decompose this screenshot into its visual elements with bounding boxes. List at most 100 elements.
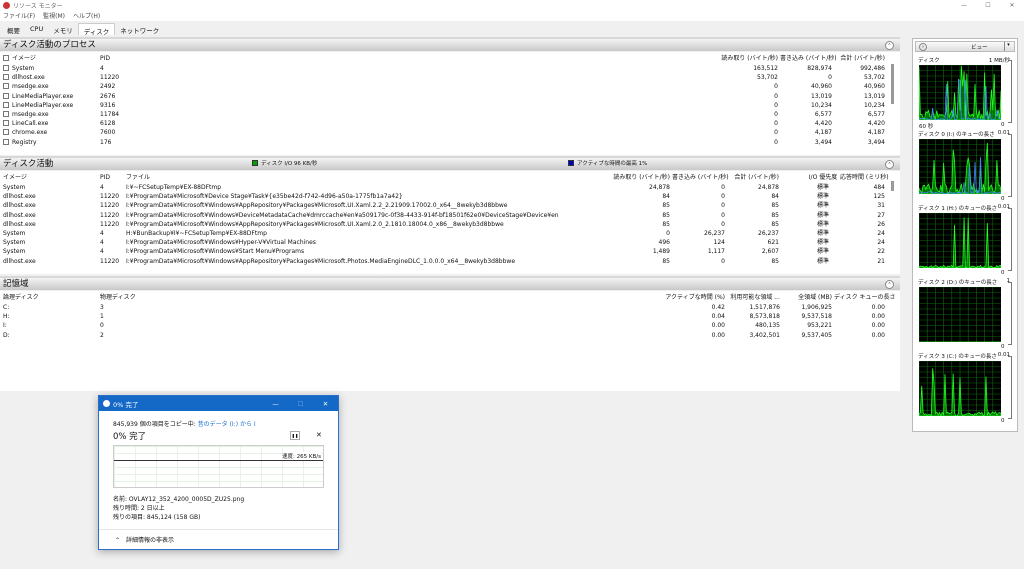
header-pid[interactable]: PID [100, 54, 110, 63]
table-row[interactable]: dllhost.exe 11220 53,702 0 53,702 [0, 73, 890, 82]
menu-help[interactable]: ヘルプ(H) [73, 11, 100, 20]
cancel-button[interactable]: ✕ [316, 431, 322, 439]
tab-network[interactable]: ネットワーク [115, 23, 164, 35]
read-cell: 53,702 [757, 74, 778, 82]
tab-disk[interactable]: ディスク [77, 23, 116, 36]
scrollbar[interactable] [891, 64, 894, 104]
image-cell: Registry [3, 138, 37, 147]
table-row[interactable]: dllhost.exe 11220 I:¥ProgramData¥Microsoft… [0, 192, 890, 201]
response-cell: 21 [877, 257, 885, 265]
table-row[interactable]: dllhost.exe 11220 I:¥ProgramData¥Microsoft… [0, 257, 890, 266]
toggle-details-button[interactable]: ⌃ 詳細情報の非表示 [115, 535, 174, 544]
collapse-icon[interactable]: ⌃ [885, 41, 894, 50]
header-pid[interactable]: PID [100, 173, 110, 182]
table-row[interactable]: LineMediaPlayer.exe 9316 0 10,234 10,234 [0, 101, 890, 110]
header-read[interactable]: 読み取り (バイト/秒) [590, 173, 670, 182]
header-total[interactable]: 合計 (バイト/秒) [727, 173, 779, 182]
dialog-close-button[interactable]: ✕ [313, 400, 338, 408]
source-link[interactable]: 昔のデータ (I:) [198, 421, 238, 428]
read-cell: 0 [774, 120, 778, 128]
header-read[interactable]: 読み取り (バイト/秒) [700, 54, 778, 63]
table-row[interactable]: I: 0 0.00 480,135 953,221 0.00 [0, 321, 890, 330]
total-cell: 13,019 [864, 92, 885, 100]
menu-file[interactable]: ファイル(F) [3, 11, 35, 20]
header-file[interactable]: ファイル [126, 173, 150, 182]
dialog-minimize-button[interactable]: — [263, 400, 288, 408]
table-row[interactable]: System 4 I:¥~FCSetupTemp¥EX-88DFtmp 24,878 0… [0, 183, 890, 192]
tab-cpu[interactable]: CPU [25, 23, 48, 35]
header-image[interactable]: イメージ [3, 54, 36, 63]
row-checkbox[interactable] [3, 101, 9, 108]
view-dropdown-icon[interactable]: ▾ [1004, 42, 1012, 51]
image-name: msedge.exe [12, 83, 49, 91]
table-row[interactable]: msedge.exe 11784 0 6,577 6,577 [0, 110, 890, 119]
menu-monitor[interactable]: 監視(M) [43, 11, 65, 20]
table-row[interactable]: System 4 H:¥BunBackup¥I¥~FCSetupTemp¥EX-88… [0, 229, 890, 238]
header-available[interactable]: 利用可能な領域 ... [727, 293, 780, 302]
tab-overview[interactable]: 概要 [2, 23, 25, 35]
table-row[interactable]: dllhost.exe 11220 I:¥ProgramData¥Microsoft… [0, 211, 890, 220]
header-physical-disk[interactable]: 物理ディスク [100, 293, 136, 302]
row-checkbox[interactable] [3, 92, 9, 99]
header-queue-length[interactable]: ディスク キューの長さ [834, 293, 896, 302]
header-write[interactable]: 書き込み (バイト/秒) [780, 54, 837, 63]
header-total-space[interactable]: 全領域 (MB) [782, 293, 832, 302]
header-active-time[interactable]: アクティブな時間 (%) [640, 293, 725, 302]
table-row[interactable]: Registry 176 0 3,494 3,494 [0, 138, 890, 147]
priority-cell: 標準 [816, 230, 829, 237]
collapse-icon[interactable]: ⌃ [885, 280, 894, 289]
dialog-maximize-button[interactable]: ☐ [288, 400, 313, 408]
io-legend: ディスク I/O 96 KB/秒 [261, 161, 318, 167]
table-row[interactable]: dllhost.exe 11220 I:¥ProgramData¥Microsoft… [0, 220, 890, 229]
table-row[interactable]: chrome.exe 7600 0 4,187 4,187 [0, 128, 890, 137]
select-all-checkbox[interactable] [3, 55, 9, 61]
graph-title-text: ディスク [918, 58, 940, 64]
available-cell: 3,402,501 [749, 331, 780, 339]
header-logical-disk[interactable]: 論理ディスク [3, 293, 39, 302]
row-checkbox[interactable] [3, 83, 9, 90]
processes-section-header[interactable]: ディスク活動のプロセス ⌃ [0, 37, 900, 51]
priority-cell: 標準 [816, 220, 829, 228]
image-cell: dllhost.exe [3, 220, 36, 228]
table-row[interactable]: msedge.exe 2492 0 40,960 40,960 [0, 82, 890, 91]
storage-table: 論理ディスク 物理ディスク アクティブな時間 (%) 利用可能な領域 ... 全… [0, 291, 900, 391]
row-checkbox[interactable] [3, 129, 9, 136]
table-row[interactable]: System 4 I:¥ProgramData¥Microsoft¥Windows¥… [0, 247, 890, 256]
row-checkbox[interactable] [3, 111, 9, 117]
maximize-button[interactable]: ☐ [976, 2, 1000, 9]
image-cell: System [3, 230, 26, 237]
total-cell: 84 [771, 193, 779, 201]
header-response[interactable]: 応答時間 (ミリ秒) [840, 173, 889, 182]
image-name: dllhost.exe [12, 74, 45, 82]
total-cell: 4,420 [867, 120, 885, 128]
header-image[interactable]: イメージ [3, 173, 27, 182]
table-row[interactable]: LineCall.exe 6128 0 4,420 4,420 [0, 119, 890, 128]
header-write[interactable]: 書き込み (バイト/秒) [672, 173, 729, 182]
row-checkbox[interactable] [3, 74, 9, 81]
view-button[interactable]: ビュー [971, 43, 988, 51]
table-row[interactable]: LineMediaPlayer.exe 2676 0 13,019 13,019 [0, 92, 890, 101]
table-row[interactable]: System 4 I:¥ProgramData¥Microsoft¥Windows¥… [0, 238, 890, 247]
table-row[interactable]: D: 2 0.00 3,402,501 9,537,405 0.00 [0, 331, 890, 340]
row-checkbox[interactable] [3, 120, 9, 127]
file-cell: I:¥ProgramData¥Microsoft¥Windows¥AppRepo… [126, 202, 508, 210]
header-total[interactable]: 合計 (バイト/秒) [834, 54, 885, 63]
row-checkbox[interactable] [3, 65, 9, 71]
tab-memory[interactable]: メモリ [48, 23, 78, 35]
table-row[interactable]: System 4 163,512 828,974 992,486 [0, 64, 890, 73]
activity-section-header[interactable]: ディスク活動 ディスク I/O 96 KB/秒 アクティブな時間の最高 1% ⌃ [0, 156, 900, 170]
queue-length-cell: 0.00 [871, 322, 885, 330]
row-checkbox[interactable] [3, 138, 9, 145]
header-priority[interactable]: I/O 優先度 [803, 173, 843, 182]
minimize-button[interactable]: — [952, 2, 976, 9]
pause-button[interactable]: ❚❚ [290, 431, 300, 440]
close-button[interactable]: ✕ [1000, 2, 1024, 9]
collapse-panel-icon[interactable]: › [919, 43, 927, 51]
collapse-icon[interactable]: ⌃ [885, 160, 894, 169]
table-row[interactable]: H: 1 0.04 8,573,818 9,537,518 0.00 [0, 312, 890, 321]
write-cell: 3,494 [814, 138, 832, 146]
table-row[interactable]: dllhost.exe 11220 I:¥ProgramData¥Microsoft… [0, 201, 890, 210]
storage-section-header[interactable]: 記憶域 ⌃ [0, 276, 900, 290]
scrollbar[interactable] [891, 181, 894, 191]
table-row[interactable]: C: 3 0.42 1,517,876 1,906,925 0.00 [0, 303, 890, 312]
